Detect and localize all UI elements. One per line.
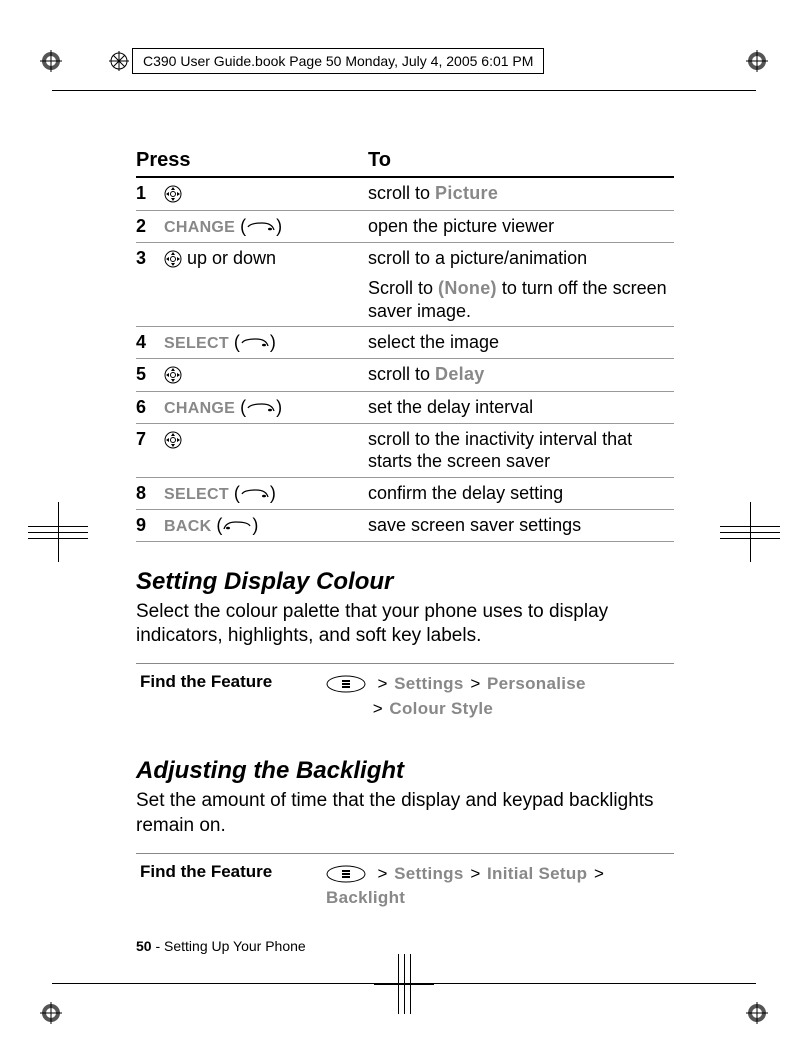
table-row: 8SELECT ()confirm the delay setting	[136, 477, 674, 509]
softkey-label: SELECT	[164, 335, 229, 352]
to-cell: select the image	[368, 327, 674, 359]
steps-table: Press To 1scroll to Picture2CHANGE ()ope…	[136, 145, 674, 542]
table-row: 1 scroll to Picture	[136, 177, 674, 210]
page-number: 50	[136, 938, 152, 954]
footer-section: - Setting Up Your Phone	[152, 938, 306, 954]
menu-label: Delay	[435, 364, 485, 384]
table-row: 6CHANGE ()set the delay interval	[136, 391, 674, 423]
table-row: 4SELECT ()select the image	[136, 327, 674, 359]
find-feature-label: Find the Feature	[140, 672, 310, 721]
to-text: scroll to a picture/animation	[368, 248, 587, 268]
crop-mark-icon	[746, 50, 768, 72]
softkey-label: SELECT	[164, 486, 229, 503]
softkey-label: BACK	[164, 518, 211, 535]
to-cell: scroll to a picture/animation Scroll to (…	[368, 242, 674, 327]
crop-mark-icon	[108, 50, 130, 72]
press-cell: BACK ()	[164, 509, 368, 541]
to-cell: confirm the delay setting	[368, 477, 674, 509]
step-number: 3	[136, 242, 164, 327]
find-feature-box: Find the Feature > Settings > Personalis…	[136, 663, 674, 731]
find-feature-path: > Settings > Personalise > Colour Style	[326, 672, 586, 721]
right-softkey-icon	[246, 216, 276, 236]
step-number: 5	[136, 359, 164, 392]
menu-key-icon	[326, 864, 371, 883]
section-body: Select the colour palette that your phon…	[136, 600, 674, 649]
table-row: 3 up or down scroll to a picture/animatio…	[136, 242, 674, 327]
right-softkey-icon	[246, 397, 276, 417]
to-text: scroll to	[368, 183, 435, 203]
footer-rule	[52, 983, 756, 984]
left-softkey-icon	[222, 515, 252, 535]
to-text: scroll to the inactivity interval that s…	[368, 429, 632, 472]
page: C390 User Guide.book Page 50 Monday, Jul…	[0, 0, 808, 1064]
press-cell	[164, 177, 368, 210]
step-number: 6	[136, 391, 164, 423]
to-cell: set the delay interval	[368, 391, 674, 423]
menu-label: Picture	[435, 183, 498, 203]
to-header: To	[368, 145, 674, 177]
to-cell: scroll to Delay	[368, 359, 674, 392]
section-heading-display-colour: Setting Display Colour	[136, 568, 674, 596]
step-number: 2	[136, 210, 164, 242]
crosshair-icon	[28, 502, 88, 562]
to-text: save screen saver settings	[368, 515, 581, 535]
table-row: 9BACK ()save screen saver settings	[136, 509, 674, 541]
section-heading-backlight: Adjusting the Backlight	[136, 757, 674, 785]
to-cell: save screen saver settings	[368, 509, 674, 541]
to-text: Scroll to	[368, 278, 438, 298]
crosshair-icon	[374, 954, 434, 1014]
content-area: Press To 1scroll to Picture2CHANGE ()ope…	[136, 145, 674, 921]
crop-mark-icon	[40, 1002, 62, 1024]
step-number: 9	[136, 509, 164, 541]
to-cell: scroll to Picture	[368, 177, 674, 210]
find-feature-box: Find the Feature > Settings > Initial Se…	[136, 853, 674, 921]
press-cell: up or down	[164, 242, 368, 327]
page-footer: 50 - Setting Up Your Phone	[136, 938, 306, 954]
press-cell	[164, 359, 368, 392]
crosshair-icon	[720, 502, 780, 562]
find-feature-path: > Settings > Initial Setup > Backlight	[326, 862, 674, 911]
press-cell	[164, 423, 368, 477]
right-softkey-icon	[240, 332, 270, 352]
nav-key-icon	[164, 429, 182, 452]
softkey-label: CHANGE	[164, 219, 235, 236]
to-text: scroll to	[368, 364, 435, 384]
find-feature-label: Find the Feature	[140, 862, 310, 911]
crop-mark-icon	[746, 1002, 768, 1024]
step-number: 7	[136, 423, 164, 477]
to-text: open the picture viewer	[368, 216, 554, 236]
to-text: confirm the delay setting	[368, 483, 563, 503]
nav-key-icon	[164, 183, 182, 206]
press-cell: CHANGE ()	[164, 210, 368, 242]
header-rule	[52, 90, 756, 91]
step-number: 1	[136, 177, 164, 210]
section-body: Set the amount of time that the display …	[136, 789, 674, 838]
step-number: 8	[136, 477, 164, 509]
press-cell: SELECT ()	[164, 327, 368, 359]
press-cell: CHANGE ()	[164, 391, 368, 423]
table-row: 5 scroll to Delay	[136, 359, 674, 392]
press-header: Press	[136, 145, 368, 177]
table-row: 7 scroll to the inactivity interval that …	[136, 423, 674, 477]
crop-mark-icon	[40, 50, 62, 72]
right-softkey-icon	[240, 483, 270, 503]
press-extra: up or down	[182, 248, 276, 268]
to-cell: scroll to the inactivity interval that s…	[368, 423, 674, 477]
menu-key-icon	[326, 674, 371, 693]
press-cell: SELECT ()	[164, 477, 368, 509]
to-cell: open the picture viewer	[368, 210, 674, 242]
page-header-info: C390 User Guide.book Page 50 Monday, Jul…	[132, 48, 544, 74]
step-number: 4	[136, 327, 164, 359]
nav-key-icon	[164, 364, 182, 387]
table-row: 2CHANGE ()open the picture viewer	[136, 210, 674, 242]
menu-label: (None)	[438, 278, 497, 298]
softkey-label: CHANGE	[164, 400, 235, 417]
to-text: set the delay interval	[368, 397, 533, 417]
to-text: select the image	[368, 332, 499, 352]
nav-key-icon	[164, 248, 182, 271]
